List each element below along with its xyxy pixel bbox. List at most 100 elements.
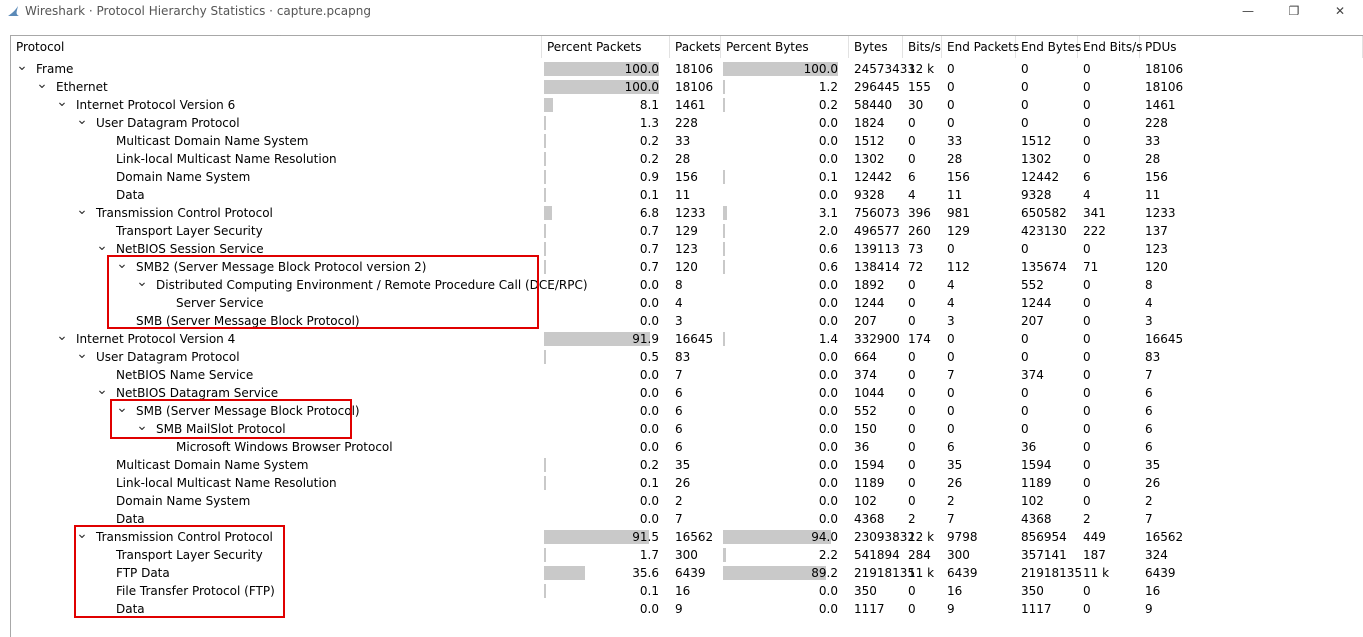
protocol-name: Microsoft Windows Browser Protocol [176, 440, 393, 454]
tree-row[interactable]: ⌄ NetBIOS Datagram Service 0.0 0.0 6 1044 0 0 0 0… [11, 383, 1363, 402]
end-bytes-value: 650582 [1021, 206, 1067, 220]
column-header-percent-packets[interactable]: Percent Packets [542, 36, 670, 58]
tree-row[interactable]: Multicast Domain Name System 0.2 0.0 35 1594… [11, 456, 1363, 474]
percent-packets-bar: 91.9 [544, 332, 659, 346]
end-bytes-value: 135674 [1021, 260, 1067, 274]
tree-row[interactable]: Domain Name System 0.9 0.1 156 12442 6 156 1244… [11, 168, 1363, 186]
chevron-down-icon[interactable]: ⌄ [136, 419, 148, 433]
bits-per-sec-value: 4 [908, 188, 916, 202]
tree-row[interactable]: Data 0.0 0.0 7 4368 2 7 4368 2 7 [11, 510, 1363, 528]
tree-row[interactable]: Data 0.0 0.0 9 1117 0 9 1117 0 9 [11, 600, 1363, 618]
tree-row[interactable]: ⌄ User Datagram Protocol 0.5 0.0 83 664 0 0 0 0 83 [11, 347, 1363, 366]
bits-per-sec-value: 0 [908, 404, 916, 418]
percent-bytes-bar: 0.6 [723, 242, 838, 256]
tree-row[interactable]: ⌄ Distributed Computing Environment / Rem… [11, 275, 1363, 294]
pdus-value: 16562 [1145, 530, 1184, 544]
end-packets-value: 0 [947, 404, 955, 418]
close-button[interactable]: ✕ [1317, 0, 1363, 24]
protocol-name: Data [116, 188, 145, 202]
chevron-down-icon[interactable]: ⌄ [76, 203, 88, 217]
percent-bytes-value: 0.0 [818, 584, 838, 598]
chevron-down-icon[interactable]: ⌄ [76, 527, 88, 541]
tree-row[interactable]: ⌄ Transmission Control Protocol 6.8 3.1 1233… [11, 203, 1363, 222]
chevron-down-icon[interactable]: ⌄ [116, 257, 128, 271]
column-header-protocol[interactable]: Protocol [11, 36, 542, 58]
tree-row[interactable]: Server Service 0.0 0.0 4 1244 0 4 1244 0 4 [11, 294, 1363, 312]
pdus-value: 137 [1145, 224, 1168, 238]
minimize-button[interactable]: — [1225, 0, 1271, 24]
column-header-end-bits-per-sec[interactable]: End Bits/s [1078, 36, 1142, 58]
tree-row[interactable]: SMB (Server Message Block Protocol) 0.0 0.… [11, 312, 1363, 330]
percent-bytes-bar-fill [723, 242, 725, 256]
protocol-name: Domain Name System [116, 170, 251, 184]
end-bytes-value: 552 [1021, 278, 1044, 292]
percent-bytes-value: 0.1 [818, 170, 838, 184]
percent-packets-bar-fill [544, 350, 546, 364]
column-header-percent-bytes[interactable]: Percent Bytes [721, 36, 849, 58]
tree-row[interactable]: Link-local Multicast Name Resolution 0.1 0… [11, 474, 1363, 492]
percent-packets-value: 0.2 [639, 458, 659, 472]
tree-row[interactable]: ⌄ User Datagram Protocol 1.3 0.0 228 1824 0 0 0 0… [11, 113, 1363, 132]
tree-row[interactable]: ⌄ SMB MailSlot Protocol 0.0 0.0 6 150 0 0 0 0 6 [11, 419, 1363, 438]
percent-packets-value: 0.1 [639, 476, 659, 490]
percent-packets-bar: 0.9 [544, 170, 659, 184]
bytes-value: 1824 [854, 116, 885, 130]
chevron-down-icon[interactable]: ⌄ [136, 275, 148, 289]
chevron-down-icon[interactable]: ⌄ [56, 95, 68, 109]
column-header-packets[interactable]: Packets [670, 36, 721, 58]
tree-row[interactable]: ⌄ SMB (Server Message Block Protocol) 0.0 0… [11, 401, 1363, 420]
tree-row[interactable]: ⌄ Internet Protocol Version 4 91.9 1.4 16645… [11, 329, 1363, 348]
bytes-value: 36 [854, 440, 870, 454]
percent-packets-value: 35.6 [632, 566, 659, 580]
percent-bytes-bar: 0.0 [723, 404, 838, 418]
tree-row[interactable]: File Transfer Protocol (FTP) 0.1 0.0 16 350 0… [11, 582, 1363, 600]
percent-packets-bar-fill [544, 188, 546, 202]
tree-row[interactable]: Microsoft Windows Browser Protocol 0.0 0.0… [11, 438, 1363, 456]
tree-row[interactable]: ⌄ Internet Protocol Version 6 8.1 0.2 1461 58… [11, 95, 1363, 114]
chevron-down-icon[interactable]: ⌄ [56, 329, 68, 343]
end-packets-value: 9798 [947, 530, 978, 544]
tree-row[interactable]: Transport Layer Security 1.7 2.2 300 541894 2… [11, 546, 1363, 564]
bytes-value: 1117 [854, 602, 885, 616]
column-header-pdus[interactable]: PDUs [1140, 36, 1363, 58]
chevron-down-icon[interactable]: ⌄ [96, 383, 108, 397]
percent-bytes-value: 0.0 [818, 368, 838, 382]
tree-row[interactable]: Data 0.1 0.0 11 9328 4 11 9328 4 11 [11, 186, 1363, 204]
tree-row[interactable]: ⌄ Frame 100.0 100.0 18106 24573433 12 k 0 0 0 1810… [11, 59, 1363, 78]
end-packets-value: 9 [947, 602, 955, 616]
tree-row[interactable]: Transport Layer Security 0.7 2.0 129 496577 2… [11, 222, 1363, 240]
percent-bytes-bar: 2.0 [723, 224, 838, 238]
bits-per-sec-value: 0 [908, 422, 916, 436]
chevron-down-icon[interactable]: ⌄ [76, 347, 88, 361]
tree-row[interactable]: ⌄ Ethernet 100.0 1.2 18106 296445 155 0 0 0 18106 [11, 77, 1363, 96]
chevron-down-icon[interactable]: ⌄ [96, 239, 108, 253]
column-header-end-bytes[interactable]: End Bytes [1016, 36, 1081, 58]
tree-row[interactable]: ⌄ NetBIOS Session Service 0.7 0.6 123 139113 7… [11, 239, 1363, 258]
tree-row[interactable]: Multicast Domain Name System 0.2 0.0 33 1512… [11, 132, 1363, 150]
tree-row[interactable]: Domain Name System 0.0 0.0 2 102 0 2 102 0 2 [11, 492, 1363, 510]
percent-packets-bar-fill [544, 458, 546, 472]
percent-bytes-bar: 0.0 [723, 602, 838, 616]
chevron-down-icon[interactable]: ⌄ [76, 113, 88, 127]
chevron-down-icon[interactable]: ⌄ [16, 59, 28, 73]
tree-row[interactable]: FTP Data 35.6 89.2 6439 21918135 11 k 6439 2191… [11, 564, 1363, 582]
percent-packets-value: 6.8 [639, 206, 659, 220]
protocol-hierarchy-tree[interactable]: ⌄ ProtocolPercent PacketsPacketsPercent … [10, 31, 1363, 637]
bytes-value: 102 [854, 494, 877, 508]
percent-packets-value: 0.0 [639, 278, 659, 292]
tree-row[interactable]: NetBIOS Name Service 0.0 0.0 7 374 0 7 374 0 7 [11, 366, 1363, 384]
percent-packets-bar: 0.5 [544, 350, 659, 364]
bits-per-sec-value: 73 [908, 242, 924, 256]
column-header-row: Protocol Percent Packets Packets Percent By… [11, 36, 1363, 58]
tree-row[interactable]: Link-local Multicast Name Resolution 0.2 0… [11, 150, 1363, 168]
packets-value: 16562 [675, 530, 714, 544]
end-packets-value: 0 [947, 80, 955, 94]
chevron-down-icon[interactable]: ⌄ [116, 401, 128, 415]
chevron-down-icon[interactable]: ⌄ [36, 77, 48, 91]
tree-row[interactable]: ⌄ SMB2 (Server Message Block Protocol ver… [11, 257, 1363, 276]
column-header-bytes[interactable]: Bytes [849, 36, 903, 58]
maximize-button[interactable]: ❐ [1271, 0, 1317, 24]
tree-row[interactable]: ⌄ Transmission Control Protocol 91.5 94.0 16… [11, 527, 1363, 546]
column-header-end-packets[interactable]: End Packets [942, 36, 1019, 58]
column-header-bits-per-sec[interactable]: Bits/s [903, 36, 942, 58]
